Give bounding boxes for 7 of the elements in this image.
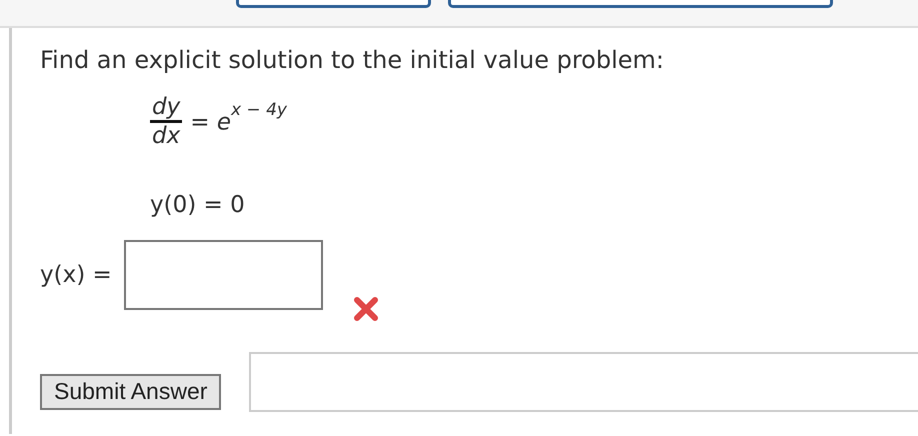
submit-button[interactable]: Submit Answer: [40, 374, 222, 410]
fraction-denominator: dx: [152, 123, 180, 150]
answer-label: y(x) =: [40, 261, 112, 290]
fraction-numerator: dy: [150, 94, 182, 124]
question-text: Find an explicit solution to the initial value problem:: [40, 45, 665, 76]
initial-condition: y(0) = 0: [150, 190, 246, 220]
answer-field[interactable]: [124, 240, 323, 310]
